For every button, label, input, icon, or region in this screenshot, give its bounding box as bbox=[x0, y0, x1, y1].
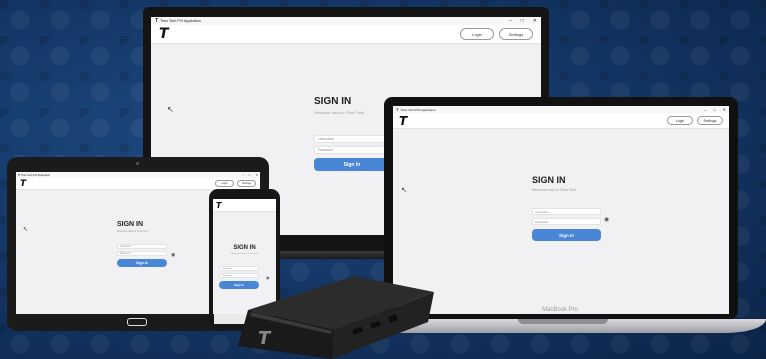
app-header: T Login Settings bbox=[393, 113, 729, 129]
signin-form: SIGN IN Welcome back to Theo Tech Userna… bbox=[117, 221, 167, 267]
close-button[interactable]: ✕ bbox=[255, 173, 258, 177]
maximize-button[interactable]: □ bbox=[249, 173, 251, 177]
signin-button[interactable]: Sign In bbox=[532, 229, 601, 241]
signin-form: SIGN IN Welcome back to Theo Tech Userna… bbox=[532, 175, 601, 241]
maximize-button[interactable]: □ bbox=[521, 18, 524, 24]
username-field[interactable]: Username bbox=[117, 244, 167, 249]
laptop-brand-label: MacBook Pro bbox=[541, 307, 578, 313]
cursor-icon: ↖ bbox=[401, 187, 407, 194]
eye-icon[interactable]: ◉ bbox=[171, 252, 175, 258]
signin-subtitle: Welcome back to Theo Tech bbox=[230, 253, 259, 255]
logo-icon: T bbox=[159, 26, 169, 42]
cursor-icon: ↖ bbox=[167, 105, 174, 114]
username-field[interactable]: Username bbox=[219, 266, 259, 271]
cursor-icon: ↖ bbox=[23, 227, 29, 233]
signin-button[interactable]: Sign In bbox=[314, 158, 390, 171]
close-button[interactable]: ✕ bbox=[723, 107, 726, 112]
logo-icon: T bbox=[20, 178, 26, 189]
close-button[interactable]: ✕ bbox=[533, 18, 537, 24]
window-title: Theo Tech PVI Application bbox=[20, 173, 50, 177]
logo-icon: T bbox=[399, 113, 407, 128]
signin-subtitle: Welcome back to Theo Tech bbox=[117, 230, 149, 233]
tablet-home-button[interactable] bbox=[127, 318, 147, 326]
login-button[interactable]: Login bbox=[667, 116, 693, 125]
dock-logo-icon: T bbox=[258, 328, 272, 349]
password-field[interactable]: Password bbox=[117, 251, 167, 256]
minimize-button[interactable]: – bbox=[509, 18, 512, 24]
minimize-button[interactable]: – bbox=[704, 107, 706, 112]
tablet-camera bbox=[136, 162, 139, 165]
settings-button[interactable]: Settings bbox=[499, 28, 533, 40]
signin-title: SIGN IN bbox=[532, 175, 566, 185]
title-logo-icon: T bbox=[155, 18, 159, 24]
login-button[interactable]: Login bbox=[215, 180, 234, 187]
title-logo-icon: T bbox=[396, 107, 399, 112]
signin-subtitle: Welcome back to Theo Tech bbox=[532, 188, 576, 192]
username-field[interactable]: Username bbox=[314, 135, 390, 143]
laptop-screen: T Theo Tech PVI Application – □ ✕ T Logi… bbox=[393, 106, 729, 314]
maximize-button[interactable]: □ bbox=[713, 107, 715, 112]
password-field[interactable]: Password bbox=[314, 146, 390, 154]
eye-icon[interactable]: ◉ bbox=[604, 216, 609, 223]
settings-button[interactable]: Settings bbox=[237, 180, 256, 187]
username-field[interactable]: Username bbox=[532, 208, 601, 215]
signin-title: SIGN IN bbox=[117, 221, 144, 228]
laptop-notch bbox=[518, 319, 608, 324]
settings-button[interactable]: Settings bbox=[697, 116, 723, 125]
title-bar: T Theo Tech PVI Application – □ ✕ bbox=[393, 106, 729, 113]
title-logo-icon: T bbox=[18, 173, 20, 177]
login-button[interactable]: Login bbox=[460, 28, 494, 40]
app-header: T Login Settings bbox=[151, 25, 541, 44]
password-field[interactable]: Password bbox=[532, 218, 601, 225]
title-bar: T Theo Tech PVI Application – □ ✕ bbox=[151, 17, 541, 25]
signin-subtitle: Welcome back to Theo Tech bbox=[314, 110, 365, 115]
minimize-button[interactable]: – bbox=[242, 173, 244, 177]
signin-button[interactable]: Sign In bbox=[117, 259, 167, 267]
app-header: T bbox=[213, 199, 276, 212]
logo-icon: T bbox=[216, 200, 222, 210]
window-title: Theo Tech PVI Application bbox=[400, 107, 436, 112]
docking-station: T bbox=[238, 276, 434, 359]
window-title: Theo Tech PVI Application bbox=[160, 19, 201, 23]
signin-form: SIGN IN Welcome back to Theo Tech Userna… bbox=[314, 96, 390, 171]
signin-title: SIGN IN bbox=[233, 245, 256, 251]
signin-title: SIGN IN bbox=[314, 96, 352, 107]
